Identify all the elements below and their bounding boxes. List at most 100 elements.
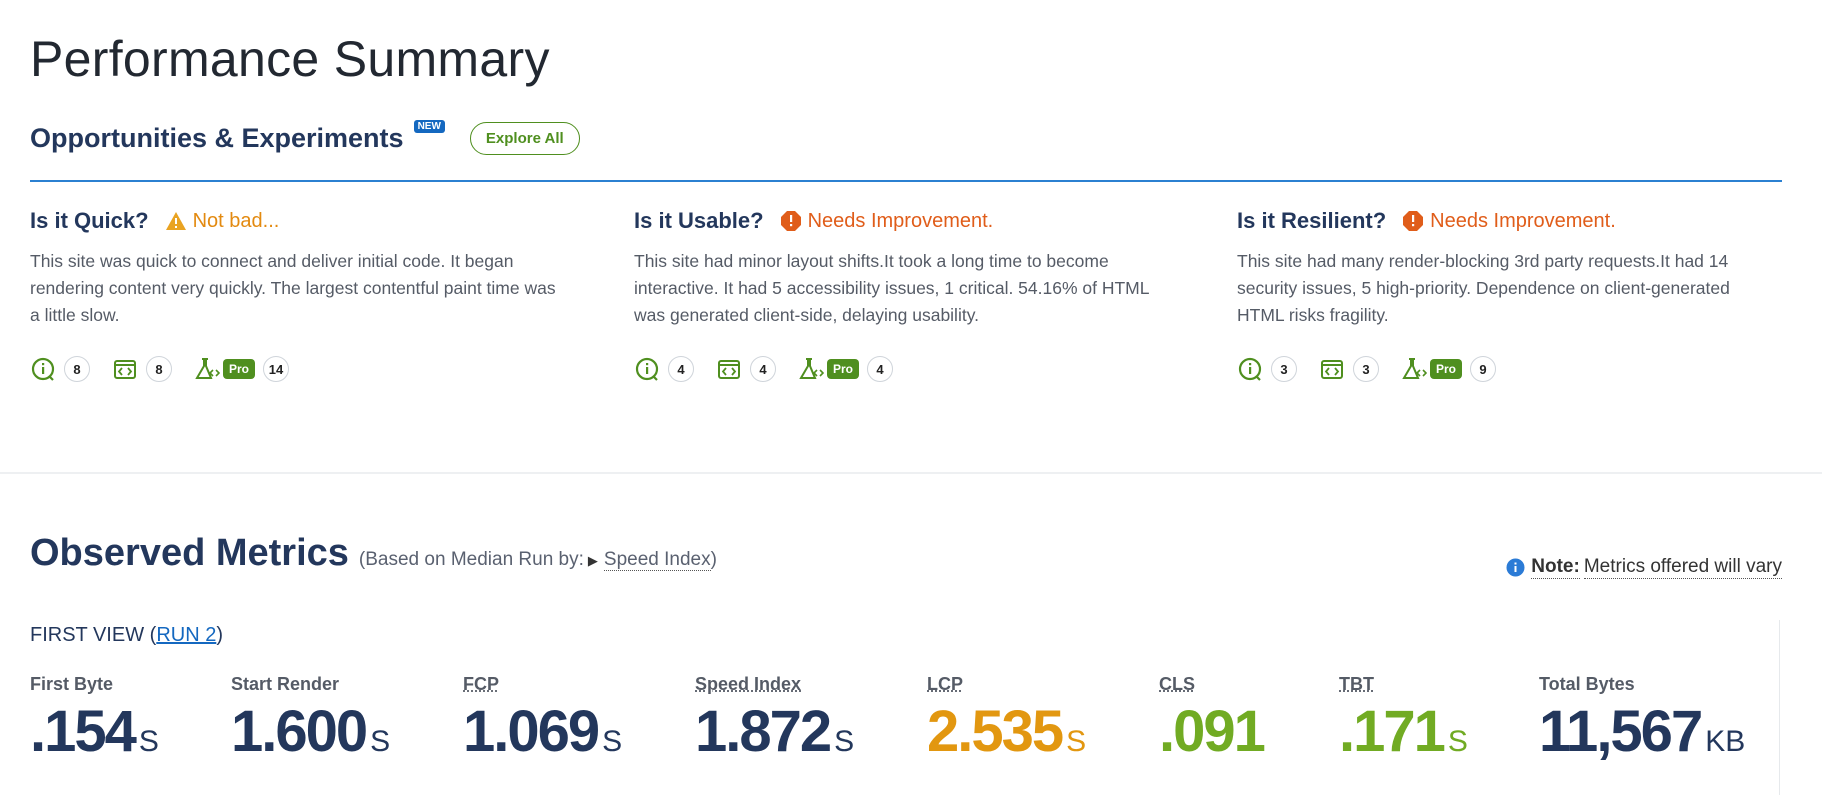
metric-value-wrap: 11,567 KB [1539, 701, 1745, 773]
usable-status-text: Needs Improvement. [807, 209, 994, 232]
beaker-icon [1402, 358, 1427, 379]
info-bubble-icon [31, 357, 55, 381]
pro-badge: Pro [223, 359, 256, 379]
page-title: Performance Summary [30, 31, 550, 87]
quick-column: Is it Quick? Not bad... This site was qu… [30, 208, 570, 382]
quick-description: This site was quick to connect and deliv… [30, 251, 556, 325]
metric-speed-index[interactable]: Speed Index 1.872 S [695, 674, 854, 773]
usable-code-group[interactable]: 4 [716, 356, 776, 382]
explore-all-button[interactable]: Explore All [469, 122, 580, 155]
usable-info-group[interactable]: 4 [634, 356, 694, 382]
usable-status: Needs Improvement. [780, 209, 994, 233]
metric-value: 1.872 [695, 699, 832, 764]
metric-value: .154 [30, 699, 137, 764]
resilient-experiments-group[interactable]: Pro 9 [1401, 356, 1497, 382]
resilient-counts: 3 3 Pro 9 [1237, 356, 1518, 382]
quick-status-text: Not bad... [192, 209, 280, 232]
usable-experiments-group[interactable]: Pro 4 [798, 356, 894, 382]
metric-value: 2.535 [927, 699, 1064, 764]
metric-unit: S [834, 725, 855, 758]
metric-lcp[interactable]: LCP 2.535 S [927, 674, 1086, 773]
resilient-status-text: Needs Improvement. [1430, 209, 1616, 232]
metric-label: Start Render [231, 674, 340, 694]
observed-metrics-title: Observed Metrics [30, 532, 349, 574]
usable-counts: 4 4 Pro 4 [634, 356, 915, 382]
play-triangle-icon: ▶ [587, 553, 598, 568]
usable-column: Is it Usable? Needs Improvement. This si… [634, 208, 1174, 382]
metric-tbt[interactable]: TBT .171 S [1339, 674, 1468, 773]
beaker-icon [799, 358, 824, 379]
pro-badge: Pro [827, 359, 860, 379]
usable-info-count: 4 [668, 356, 694, 382]
metrics-note: Note: Metrics offered will vary [1506, 556, 1782, 579]
metric-value-wrap: 1.872 S [695, 701, 854, 773]
metric-total-bytes[interactable]: Total Bytes 11,567 KB [1539, 674, 1745, 773]
metric-value-wrap: 1.069 S [463, 701, 622, 773]
metric-unit: S [370, 725, 391, 758]
first-view-prefix: FIRST VIEW ( [30, 624, 157, 646]
metric-value-wrap: .091 [1159, 701, 1268, 773]
metric-label: CLS [1159, 674, 1195, 694]
error-octagon-icon [780, 211, 801, 231]
resilient-column: Is it Resilient? Needs Improvement. This… [1237, 208, 1777, 382]
first-view-label: FIRST VIEW (RUN 2) [30, 624, 223, 647]
metric-value-wrap: .154 S [30, 701, 159, 773]
resilient-heading: Is it Resilient? [1237, 208, 1387, 233]
resilient-code-group[interactable]: 3 [1319, 356, 1379, 382]
observed-metrics-header: Observed Metrics (Based on Median Run by… [30, 532, 717, 575]
resilient-experiments-count: 9 [1470, 356, 1497, 382]
observed-metrics-subtitle: (Based on Median Run by: ▶ Speed Index) [359, 549, 717, 571]
quick-heading: Is it Quick? [30, 208, 149, 233]
subtitle-suffix: ) [710, 549, 717, 570]
quick-info-count: 8 [64, 356, 90, 382]
metric-unit: S [138, 725, 159, 758]
resilient-info-group[interactable]: 3 [1237, 356, 1297, 382]
note-text[interactable]: Metrics offered will vary [1583, 556, 1782, 579]
metric-value-wrap: 2.535 S [927, 701, 1086, 773]
quick-code-group[interactable]: 8 [112, 356, 172, 382]
code-browser-icon [718, 360, 740, 379]
pro-badge: Pro [1430, 359, 1463, 379]
info-bubble-icon [1238, 357, 1262, 381]
beaker-icon [195, 358, 220, 379]
usable-experiments-count: 4 [867, 356, 894, 382]
metric-value-wrap: .171 S [1339, 701, 1468, 773]
metric-label: FCP [463, 674, 499, 694]
subtitle-prefix: (Based on Median Run by: [358, 549, 584, 570]
quick-code-count: 8 [146, 356, 172, 382]
metric-value-wrap: 1.600 S [231, 701, 390, 773]
metric-fcp[interactable]: FCP 1.069 S [463, 674, 622, 773]
metric-value: 1.600 [231, 699, 368, 764]
run-link[interactable]: RUN 2 [156, 624, 216, 646]
resilient-info-count: 3 [1271, 356, 1297, 382]
quick-info-group[interactable]: 8 [30, 356, 90, 382]
section-divider [30, 180, 1782, 182]
metric-label: First Byte [30, 674, 114, 694]
error-octagon-icon [1403, 211, 1424, 231]
metric-label: LCP [927, 674, 963, 694]
median-metric-link[interactable]: Speed Index [603, 549, 711, 571]
opportunities-title: Opportunities & Experiments [30, 123, 404, 153]
metric-label: Total Bytes [1539, 674, 1635, 694]
metric-cls[interactable]: CLS .091 [1159, 674, 1268, 773]
note-label: Note: [1531, 556, 1580, 579]
metric-first-byte[interactable]: First Byte .154 S [30, 674, 159, 773]
usable-code-count: 4 [750, 356, 776, 382]
metrics-border [1779, 620, 1780, 795]
quick-experiments-group[interactable]: Pro 14 [194, 356, 290, 382]
first-view-suffix: ) [216, 624, 223, 646]
info-icon [1506, 558, 1525, 577]
quick-status: Not bad... [165, 209, 280, 233]
usable-heading: Is it Usable? [634, 208, 764, 233]
metric-unit: S [1447, 725, 1468, 758]
warning-icon [165, 212, 186, 230]
opportunities-header: Opportunities & Experiments NEW Explore … [30, 120, 580, 155]
new-badge: NEW [413, 120, 445, 133]
metric-label: TBT [1339, 674, 1374, 694]
metric-start-render[interactable]: Start Render 1.600 S [231, 674, 390, 773]
metric-unit: S [1066, 725, 1087, 758]
metric-unit: KB [1705, 725, 1746, 758]
metric-value: .171 [1339, 699, 1446, 764]
metric-value: 1.069 [463, 699, 600, 764]
metric-label: Speed Index [695, 674, 802, 694]
